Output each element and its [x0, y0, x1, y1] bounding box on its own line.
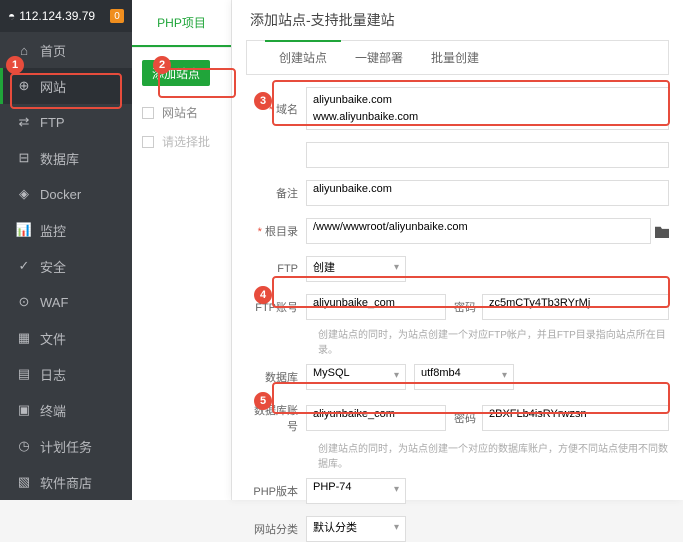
sidebar-label: 首页	[40, 41, 66, 60]
label-db: 数据库	[246, 369, 306, 385]
input-domain[interactable]: aliyunbaike.com www.aliyunbaike.com	[306, 87, 669, 130]
site-list-empty: 请选择批	[132, 127, 231, 156]
sidebar-label: 软件商店	[40, 473, 92, 492]
input-remark[interactable]: aliyunbaike.com	[306, 180, 669, 206]
sidebar-item-4[interactable]: ◈ Docker	[0, 176, 132, 212]
sidebar-item-12[interactable]: ▧ 软件商店	[0, 464, 132, 500]
callout-3: 3	[254, 92, 272, 110]
shield-icon: ◓	[8, 9, 15, 23]
ip-address: 112.124.39.79	[19, 9, 95, 23]
sidebar-item-9[interactable]: ▤ 日志	[0, 356, 132, 392]
sidebar-label: FTP	[40, 115, 65, 130]
sidebar-icon: ▣	[16, 402, 32, 418]
sidebar-label: 网站	[40, 77, 66, 96]
sidebar-icon: ▧	[16, 474, 32, 490]
add-site-modal: 添加站点-支持批量建站 创建站点 一键部署 批量创建 域名 aliyunbaik…	[232, 0, 683, 500]
label-db-pw: 密码	[446, 410, 482, 426]
sidebar-header: ◓ 112.124.39.79 0	[0, 0, 132, 32]
sidebar-item-5[interactable]: 📊 监控	[0, 212, 132, 248]
sidebar-label: 文件	[40, 329, 66, 348]
sidebar-item-6[interactable]: ✓ 安全	[0, 248, 132, 284]
modal-tabs: 创建站点 一键部署 批量创建	[246, 40, 669, 75]
project-tabs: PHP项目	[132, 0, 231, 48]
sidebar-icon: ⊕	[16, 78, 32, 94]
label-category: 网站分类	[246, 521, 306, 537]
sidebar-icon: ⊙	[16, 294, 32, 310]
select-category[interactable]: 默认分类	[306, 516, 406, 542]
sidebar-item-2[interactable]: ⇄ FTP	[0, 104, 132, 140]
sidebar-item-11[interactable]: ◷ 计划任务	[0, 428, 132, 464]
label-remark: 备注	[246, 185, 306, 201]
sidebar-item-10[interactable]: ▣ 终端	[0, 392, 132, 428]
select-charset[interactable]: utf8mb4	[414, 364, 514, 390]
label-db-user: 数据库账号	[246, 402, 306, 434]
sidebar-label: 数据库	[40, 149, 79, 168]
form: 域名 aliyunbaike.com www.aliyunbaike.com 备…	[232, 75, 683, 542]
sidebar-label: 日志	[40, 365, 66, 384]
label-ftp: FTP	[246, 263, 306, 275]
callout-5: 5	[254, 392, 272, 410]
hint-db: 创建站点的同时，为站点创建一个对应的数据库账户，方便不同站点使用不同数据库。	[318, 440, 669, 470]
sidebar-icon: ◷	[16, 438, 32, 454]
select-ftp[interactable]: 创建	[306, 256, 406, 282]
folder-icon[interactable]	[655, 224, 669, 238]
placeholder-text: 请选择批	[162, 133, 210, 150]
sidebar-item-3[interactable]: ⊟ 数据库	[0, 140, 132, 176]
sidebar-label: Docker	[40, 187, 81, 202]
input-extra[interactable]	[306, 142, 669, 168]
input-db-pw[interactable]: 2BXFLb4isRYrwzsn	[482, 405, 669, 431]
tab-create[interactable]: 创建站点	[265, 40, 341, 74]
label-root: 根目录	[246, 223, 306, 239]
sidebar-icon: ⇄	[16, 114, 32, 130]
sidebar-item-1[interactable]: ⊕ 网站	[0, 68, 132, 104]
callout-4: 4	[254, 286, 272, 304]
label-php: PHP版本	[246, 483, 306, 499]
label-ftp-pw: 密码	[446, 299, 482, 315]
sidebar-icon: ⊟	[16, 150, 32, 166]
callout-2: 2	[153, 56, 171, 74]
tab-batch[interactable]: 批量创建	[417, 41, 493, 74]
hint-ftp: 创建站点的同时，为站点创建一个对应FTP帐户，并且FTP目录指向站点所在目录。	[318, 326, 669, 356]
sidebar-label: 监控	[40, 221, 66, 240]
tab-php[interactable]: PHP项目	[132, 0, 231, 47]
sidebar-icon: ⌂	[16, 42, 32, 58]
select-db[interactable]: MySQL	[306, 364, 406, 390]
modal-title: 添加站点-支持批量建站	[232, 0, 683, 40]
sidebar-icon: ✓	[16, 258, 32, 274]
sidebar-icon: ▤	[16, 366, 32, 382]
sidebar-icon: ◈	[16, 186, 32, 202]
sidebar-label: 安全	[40, 257, 66, 276]
label-ftp-user: FTP账号	[246, 299, 306, 315]
checkbox[interactable]	[142, 136, 154, 148]
tab-deploy[interactable]: 一键部署	[341, 41, 417, 74]
sidebar-icon: ▦	[16, 330, 32, 346]
input-ftp-pw[interactable]: zc5mCTy4Tb3RYrMj	[482, 294, 669, 320]
sidebar-label: 终端	[40, 401, 66, 420]
sidebar-item-7[interactable]: ⊙ WAF	[0, 284, 132, 320]
sidebar-label: WAF	[40, 295, 68, 310]
checkbox-all[interactable]	[142, 107, 154, 119]
col-sitename: 网站名	[162, 104, 198, 121]
sidebar-item-8[interactable]: ▦ 文件	[0, 320, 132, 356]
sidebar-label: 计划任务	[40, 437, 92, 456]
site-column: PHP项目 添加站点 网站名 请选择批	[132, 0, 232, 500]
site-list-header: 网站名	[132, 98, 231, 127]
sidebar: ◓ 112.124.39.79 0 ⌂ 首页 ⊕ 网站 ⇄ FTP ⊟ 数据库 ◈ Docker 📊…	[0, 0, 132, 500]
select-php[interactable]: PHP-74	[306, 478, 406, 504]
input-db-user[interactable]: aliyunbaike_com	[306, 405, 446, 431]
input-root[interactable]: /www/wwwroot/aliyunbaike.com	[306, 218, 651, 244]
callout-1: 1	[6, 56, 24, 74]
notification-badge[interactable]: 0	[110, 9, 124, 23]
input-ftp-user[interactable]: aliyunbaike_com	[306, 294, 446, 320]
sidebar-icon: 📊	[16, 222, 32, 238]
